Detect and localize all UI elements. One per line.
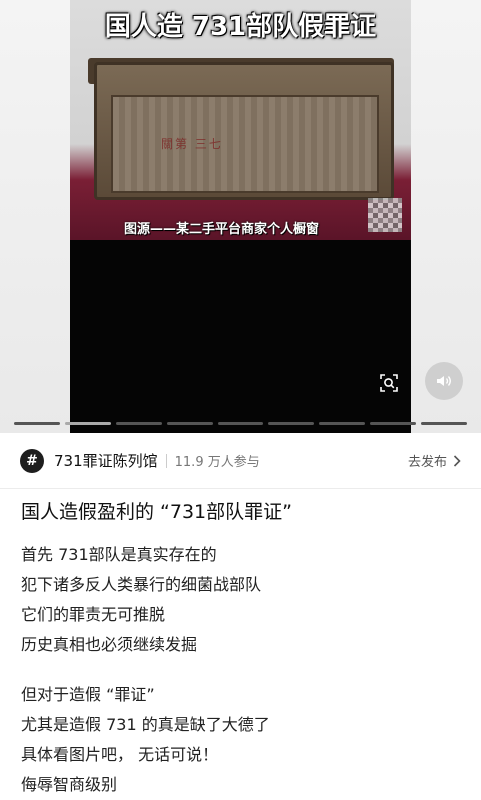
post-line: 尤其是造假 731 的真是缺了大德了: [21, 715, 270, 734]
progress-segment[interactable]: [268, 422, 315, 425]
post-line: 犯下诸多反人类暴行的细菌战部队: [21, 575, 262, 594]
progress-segment[interactable]: [421, 422, 468, 425]
wooden-box: 關第 三七: [94, 62, 394, 200]
chevron-right-icon: [453, 454, 461, 467]
topic-divider: [165, 453, 167, 468]
topic-participants: 11.9 万人参与: [174, 455, 260, 470]
publish-button[interactable]: 去发布: [408, 451, 461, 470]
box-stamp: 關第 三七: [161, 137, 223, 151]
publish-label: 去发布: [407, 455, 447, 470]
hash-icon: #: [20, 448, 44, 473]
progress-segment[interactable]: [14, 422, 60, 425]
mosaic-watermark: [368, 198, 402, 232]
post-line: 历史真相也必须继续发掘: [21, 635, 198, 654]
progress-segment[interactable]: [319, 422, 366, 425]
video-overlay-title: 国人造 731部队假罪证: [104, 12, 377, 42]
post-body: 国人造假盈利的 “731部队罪证” 首先 731部队是真实存在的 犯下诸多反人类…: [21, 498, 461, 800]
post-line: 但对于造假 “罪证”: [21, 685, 155, 704]
progress-segment[interactable]: [370, 422, 417, 425]
media-viewer[interactable]: 關第 三七 国人造 731部队假罪证 图源——某二手平台商家个人橱窗: [0, 0, 481, 433]
zoom-search-icon: [380, 374, 398, 392]
post-title: 国人造假盈利的 “731部队罪证”: [21, 501, 292, 523]
volume-button[interactable]: [425, 362, 463, 400]
speaker-icon: [437, 376, 451, 386]
progress-segment[interactable]: [166, 422, 213, 425]
box-front-panel: 關第 三七: [111, 95, 379, 193]
progress-segment[interactable]: [217, 422, 264, 425]
video-player[interactable]: 關第 三七 国人造 731部队假罪证 图源——某二手平台商家个人橱窗: [70, 0, 411, 433]
post-line: 首先 731部队是真实存在的: [21, 545, 217, 564]
progress-segment[interactable]: [115, 422, 162, 425]
post-line: 它们的罪责无可推脱: [21, 605, 166, 624]
photo-credit: 图源——某二手平台商家个人橱窗: [124, 222, 320, 237]
post-line: 具体看图片吧， 无话可说！: [21, 745, 219, 764]
topic-name[interactable]: 731罪证陈列馆: [54, 450, 158, 471]
progress-segment[interactable]: [64, 422, 111, 425]
post-line: 侮辱智商级别: [21, 775, 118, 794]
zoom-search-button[interactable]: [374, 368, 404, 398]
media-progress-bar[interactable]: [14, 422, 468, 425]
topic-bar[interactable]: # 731罪证陈列馆 11.9 万人参与 去发布: [0, 433, 481, 489]
